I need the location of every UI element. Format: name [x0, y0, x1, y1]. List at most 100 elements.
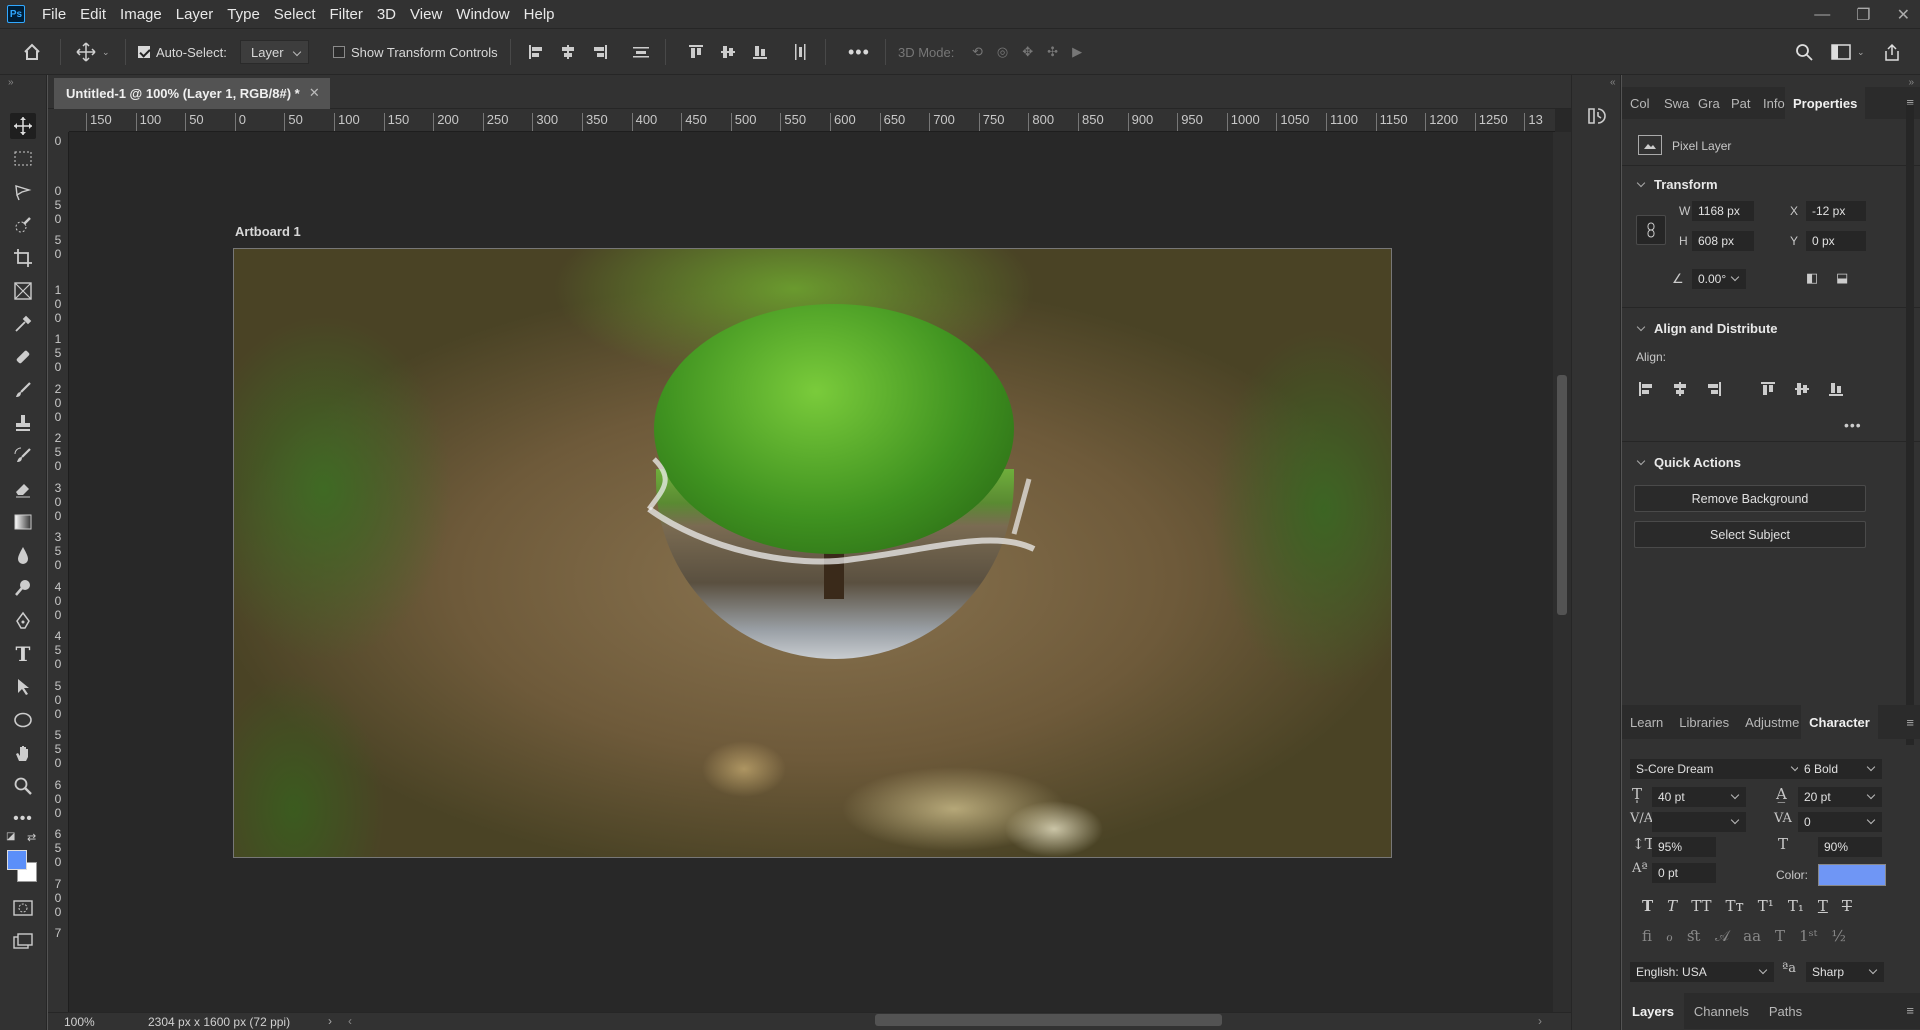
zoom-tool[interactable]: [10, 773, 36, 799]
panel-align-bottom-icon[interactable]: [1828, 381, 1844, 400]
small-caps-icon[interactable]: Tт: [1725, 897, 1743, 915]
align-top-edges-icon[interactable]: [688, 44, 704, 60]
show-transform-check-icon[interactable]: [333, 46, 345, 58]
discretionary-ligatures-icon[interactable]: ℴ: [1666, 927, 1673, 945]
menu-select[interactable]: Select: [267, 0, 323, 29]
scroll-right-icon[interactable]: ›: [1538, 1014, 1542, 1028]
search-icon[interactable]: [1795, 43, 1813, 61]
swash-icon[interactable]: 𝒜: [1715, 927, 1729, 945]
camera-3d-icon[interactable]: ▶: [1072, 44, 1082, 60]
swap-colors-icon[interactable]: ⇄: [27, 831, 36, 844]
menu-filter[interactable]: Filter: [323, 0, 370, 29]
ruler-origin[interactable]: [48, 109, 69, 132]
strikethrough-icon[interactable]: T: [1842, 897, 1852, 915]
layers-panel-menu-icon[interactable]: ≡: [1906, 1003, 1914, 1018]
menu-edit[interactable]: Edit: [73, 0, 113, 29]
gradient-tool[interactable]: [10, 509, 36, 535]
menu-help[interactable]: Help: [517, 0, 562, 29]
link-dimensions-icon[interactable]: [1636, 215, 1666, 245]
path-selection-tool[interactable]: [10, 674, 36, 700]
close-tab-icon[interactable]: ✕: [309, 85, 320, 101]
slide-3d-icon[interactable]: ✣: [1047, 44, 1058, 60]
edit-toolbar-icon[interactable]: •••: [10, 806, 36, 832]
tab-properties[interactable]: Properties: [1785, 87, 1866, 119]
align-vertical-centers-icon[interactable]: [720, 44, 736, 60]
ligatures-icon[interactable]: ﬁ: [1642, 927, 1652, 945]
pen-tool[interactable]: [10, 608, 36, 634]
tab-layers[interactable]: Layers: [1622, 993, 1684, 1029]
document-tab[interactable]: Untitled-1 @ 100% (Layer 1, RGB/8#) * ✕: [54, 78, 330, 109]
tab-libraries[interactable]: Libraries: [1671, 705, 1737, 739]
faux-bold-icon[interactable]: T: [1642, 897, 1653, 915]
font-style-dropdown[interactable]: 6 Bold: [1798, 759, 1882, 779]
baseline-shift-field[interactable]: 0 pt: [1652, 863, 1716, 883]
tracking-field[interactable]: 0: [1798, 812, 1882, 832]
hand-tool[interactable]: [10, 740, 36, 766]
align-left-edges-icon[interactable]: [528, 44, 544, 60]
menu-view[interactable]: View: [403, 0, 449, 29]
tab-color[interactable]: Col: [1622, 87, 1656, 119]
menu-image[interactable]: Image: [113, 0, 169, 29]
quick-selection-tool[interactable]: [10, 212, 36, 238]
kerning-field[interactable]: [1652, 812, 1746, 832]
tab-paths[interactable]: Paths: [1759, 993, 1812, 1029]
pan-3d-icon[interactable]: ✥: [1022, 44, 1033, 60]
restore-icon[interactable]: ❐: [1856, 5, 1870, 25]
move-tool-icon[interactable]: ⌄: [76, 29, 110, 75]
titling-alternates-icon[interactable]: T: [1775, 927, 1785, 945]
status-menu-arrow-icon[interactable]: ›: [328, 1014, 332, 1028]
blur-tool[interactable]: [10, 542, 36, 568]
scroll-left-icon[interactable]: ‹: [348, 1014, 352, 1028]
document-size-info[interactable]: 2304 px x 1600 px (72 ppi): [148, 1015, 290, 1029]
auto-select-checkbox[interactable]: Auto-Select:: [138, 29, 227, 75]
select-subject-button[interactable]: Select Subject: [1634, 521, 1866, 548]
font-family-dropdown[interactable]: S-Core Dream: [1630, 759, 1806, 779]
align-horizontal-centers-icon[interactable]: [560, 44, 576, 60]
vertical-scale-field[interactable]: 95%: [1652, 837, 1716, 857]
tab-adjustments[interactable]: Adjustme: [1737, 705, 1801, 739]
brush-tool[interactable]: [10, 377, 36, 403]
collapse-strip-icon[interactable]: «: [1610, 77, 1616, 88]
dodge-tool[interactable]: [10, 575, 36, 601]
all-caps-icon[interactable]: TT: [1691, 897, 1711, 915]
horizontal-scale-field[interactable]: 90%: [1818, 837, 1882, 857]
ordinals-icon[interactable]: 1ˢᵗ: [1799, 927, 1817, 945]
flip-vertical-icon[interactable]: ⬓: [1836, 270, 1848, 286]
panel-align-top-icon[interactable]: [1760, 381, 1776, 400]
horizontal-scroll-thumb[interactable]: [875, 1014, 1222, 1026]
clone-stamp-tool[interactable]: [10, 410, 36, 436]
tab-channels[interactable]: Channels: [1684, 993, 1759, 1029]
menu-file[interactable]: File: [35, 0, 73, 29]
history-brush-tool[interactable]: [10, 443, 36, 469]
font-size-field[interactable]: 40 pt: [1652, 787, 1746, 807]
align-section-header[interactable]: Align and Distribute: [1634, 321, 1778, 336]
more-options-icon[interactable]: •••: [848, 29, 870, 75]
rotation-angle-field[interactable]: 0.00°: [1692, 269, 1746, 289]
panel-align-middle-icon[interactable]: [1794, 381, 1810, 400]
character-panel-menu-icon[interactable]: ≡: [1906, 715, 1914, 730]
vertical-ruler[interactable]: 0 050 50 100 150 200 250 300 350 400 450 500 550 600 6…: [48, 132, 69, 1012]
horizontal-ruler[interactable]: 150 100 50 0 50 100 150 200 250 300 350 400 450 500 55…: [69, 109, 1555, 132]
screen-mode-icon[interactable]: [10, 928, 36, 954]
flip-horizontal-icon[interactable]: ◧: [1806, 270, 1818, 286]
type-tool[interactable]: T: [10, 641, 36, 667]
x-position-field[interactable]: -12 px: [1806, 201, 1866, 221]
tab-info[interactable]: Info: [1755, 87, 1785, 119]
auto-select-target-dropdown[interactable]: Layer: [240, 40, 309, 64]
lasso-tool[interactable]: [10, 179, 36, 205]
antialias-dropdown[interactable]: Sharp: [1806, 962, 1884, 982]
menu-type[interactable]: Type: [220, 0, 267, 29]
healing-brush-tool[interactable]: [10, 344, 36, 370]
vertical-scroll-thumb[interactable]: [1557, 375, 1567, 615]
contextual-alternates-icon[interactable]: ﬆ: [1687, 927, 1701, 945]
language-dropdown[interactable]: English: USA: [1630, 962, 1774, 982]
tab-gradients[interactable]: Gra: [1690, 87, 1723, 119]
frame-tool[interactable]: [10, 278, 36, 304]
auto-select-check-icon[interactable]: [138, 46, 150, 58]
distribute-vertical-icon[interactable]: [632, 44, 650, 60]
show-transform-controls-checkbox[interactable]: Show Transform Controls: [333, 29, 498, 75]
quick-mask-icon[interactable]: [10, 895, 36, 921]
y-position-field[interactable]: 0 px: [1806, 231, 1866, 251]
tab-character[interactable]: Character: [1801, 705, 1878, 739]
subscript-icon[interactable]: T₁: [1788, 897, 1804, 915]
